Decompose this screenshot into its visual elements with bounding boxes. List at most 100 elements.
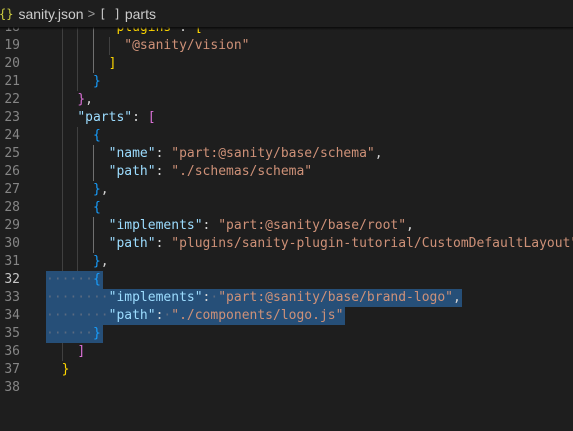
code-token: , bbox=[100, 182, 109, 197]
code-line[interactable]: 33 ········"implements":·"part:@sanity/ba… bbox=[0, 289, 573, 307]
code-line[interactable]: 28 { bbox=[0, 199, 573, 217]
line-number: 23 bbox=[4, 110, 20, 125]
code-text: ] bbox=[46, 55, 117, 73]
line-number: 32 bbox=[4, 272, 20, 287]
code-line[interactable]: 27 }, bbox=[0, 181, 573, 199]
code-token: "./components/logo.js" bbox=[171, 308, 344, 323]
code-text: "parts": [ bbox=[46, 109, 156, 127]
line-number: 25 bbox=[4, 146, 20, 161]
code-line[interactable]: 31 }, bbox=[0, 253, 573, 271]
chevron-right-icon: > bbox=[87, 6, 96, 21]
code-token: : bbox=[155, 236, 172, 251]
code-text: "path": "./schemas/schema" bbox=[46, 163, 313, 181]
code-token: } bbox=[61, 362, 70, 377]
breadcrumb-symbol[interactable]: [ ] parts bbox=[99, 6, 156, 22]
code-line[interactable]: 38 bbox=[0, 379, 573, 397]
code-text: "implements": "part:@sanity/base/root", bbox=[46, 217, 414, 235]
line-number: 19 bbox=[4, 38, 20, 53]
code-line[interactable]: 24 { bbox=[0, 127, 573, 145]
code-text: ········"path":·"./components/logo.js" bbox=[46, 307, 343, 325]
code-line[interactable]: 22 }, bbox=[0, 91, 573, 109]
code-token: { bbox=[92, 200, 101, 215]
code-line[interactable]: 25 "name": "part:@sanity/base/schema", bbox=[0, 145, 573, 163]
code-text: }, bbox=[46, 91, 93, 109]
code-line[interactable]: 26 "path": "./schemas/schema" bbox=[0, 163, 573, 181]
code-line[interactable]: 19 "@sanity/vision" bbox=[0, 37, 573, 55]
json-file-icon: {} bbox=[0, 6, 14, 21]
breadcrumb-file[interactable]: {} sanity.json bbox=[0, 6, 84, 22]
code-token: "./schemas/schema" bbox=[171, 164, 313, 179]
line-number: 27 bbox=[4, 182, 20, 197]
line-number: 36 bbox=[4, 344, 20, 359]
line-number: 34 bbox=[4, 308, 20, 323]
code-text: "name": "part:@sanity/base/schema", bbox=[46, 145, 383, 163]
code-editor[interactable]: 18 "plugins": [19 "@sanity/vision"20 ]21… bbox=[0, 19, 573, 431]
scroll-shadow bbox=[0, 27, 573, 30]
code-token: , bbox=[406, 218, 414, 233]
code-token: "part:@sanity/base/root" bbox=[218, 218, 407, 233]
code-token: "path" bbox=[108, 164, 156, 179]
whitespace-dots: ········ bbox=[46, 308, 109, 323]
code-token: "path" bbox=[108, 236, 156, 251]
code-token: } bbox=[92, 326, 101, 341]
code-token: } bbox=[92, 74, 101, 89]
code-token: "part:@sanity/base/brand-logo" bbox=[218, 290, 454, 305]
code-text: }, bbox=[46, 181, 109, 199]
code-token: : bbox=[155, 146, 172, 161]
code-token: "name" bbox=[108, 146, 156, 161]
code-token: , bbox=[374, 146, 383, 161]
breadcrumb-symbol-label: parts bbox=[124, 5, 156, 22]
code-token: ] bbox=[77, 344, 86, 359]
code-token: ] bbox=[108, 56, 117, 71]
code-line[interactable]: 20 ] bbox=[0, 55, 573, 73]
line-number: 28 bbox=[4, 200, 20, 215]
code-text: "@sanity/vision" bbox=[46, 37, 249, 55]
code-token: [ bbox=[147, 110, 156, 125]
code-line[interactable]: 29 "implements": "part:@sanity/base/root… bbox=[0, 217, 573, 235]
code-text: "path": "plugins/sanity-plugin-tutorial/… bbox=[46, 235, 573, 253]
code-line[interactable]: 30 "path": "plugins/sanity-plugin-tutori… bbox=[0, 235, 573, 253]
line-number: 21 bbox=[4, 74, 20, 89]
code-text: }, bbox=[46, 253, 109, 271]
code-line[interactable]: 37 } bbox=[0, 361, 573, 379]
code-token: } bbox=[77, 92, 86, 107]
line-number: 33 bbox=[4, 290, 20, 305]
code-token: "implements" bbox=[108, 218, 203, 233]
code-line[interactable]: 36 ] bbox=[0, 343, 573, 361]
line-number: 24 bbox=[4, 128, 20, 143]
code-token: : bbox=[132, 110, 148, 125]
whitespace-dots: ······ bbox=[46, 272, 93, 287]
code-line[interactable]: 21 } bbox=[0, 73, 573, 91]
code-line[interactable]: 32 ······{ bbox=[0, 271, 573, 289]
code-text: ] bbox=[46, 343, 85, 361]
breadcrumb-file-label: sanity.json bbox=[18, 5, 84, 22]
code-line[interactable]: 35 ······} bbox=[0, 325, 573, 343]
code-token: } bbox=[92, 254, 101, 269]
code-text: ······{ bbox=[46, 271, 101, 289]
code-token: , bbox=[100, 254, 109, 269]
code-token: } bbox=[92, 182, 101, 197]
code-line[interactable]: 34 ········"path":·"./components/logo.js" bbox=[0, 307, 573, 325]
code-line[interactable]: 23 "parts": [ bbox=[0, 109, 573, 127]
code-token: : bbox=[155, 164, 172, 179]
code-token: "parts" bbox=[77, 110, 133, 125]
line-number: 29 bbox=[4, 218, 20, 233]
code-token: "plugins/sanity-plugin-tutorial/CustomDe… bbox=[171, 236, 573, 251]
code-token: : bbox=[202, 218, 219, 233]
whitespace-dots: ······ bbox=[46, 326, 93, 341]
code-token: { bbox=[92, 128, 101, 143]
